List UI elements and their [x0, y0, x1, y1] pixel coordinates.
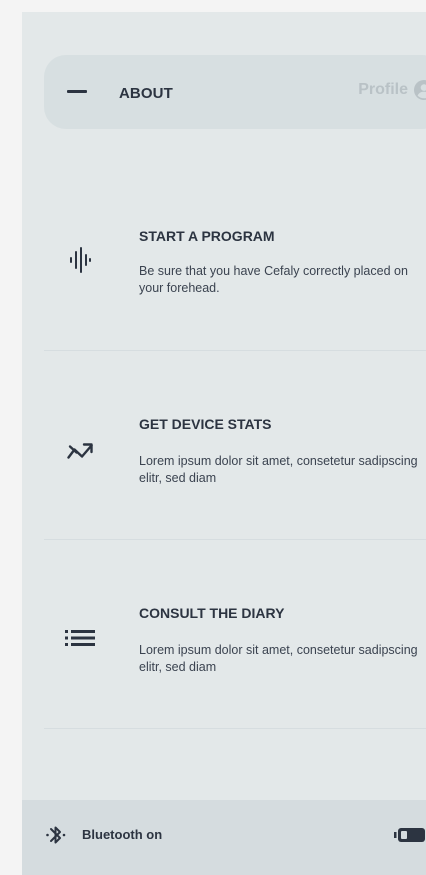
card-consult-diary[interactable]: CONSULT THE DIARY Lorem ipsum dolor sit … [44, 541, 426, 729]
profile-link[interactable]: Profile [358, 80, 426, 100]
card-description: Be sure that you have Cefaly correctly p… [139, 264, 408, 295]
card-description: Lorem ipsum dolor sit amet, consetetur s… [139, 643, 418, 674]
card-title: START A PROGRAM [139, 228, 275, 244]
card-description: Lorem ipsum dolor sit amet, consetetur s… [139, 454, 418, 485]
divider [44, 539, 426, 540]
bluetooth-icon[interactable] [44, 824, 68, 846]
trend-icon [65, 438, 95, 464]
profile-label: Profile [358, 81, 408, 98]
card-device-stats[interactable]: GET DEVICE STATS Lorem ipsum dolor sit a… [44, 352, 426, 540]
card-start-program[interactable]: START A PROGRAM Be sure that you have Ce… [44, 164, 426, 352]
collapse-menu-icon[interactable] [67, 90, 87, 93]
user-icon [414, 80, 426, 100]
page-title: ABOUT [119, 85, 173, 102]
app-panel: ABOUT Profile START A PROGRAM Be sure th… [22, 12, 426, 875]
list-icon [65, 625, 95, 651]
waveform-icon [65, 247, 95, 273]
divider [44, 350, 426, 351]
card-title: CONSULT THE DIARY [139, 605, 285, 621]
header-bar: ABOUT Profile [44, 55, 426, 129]
divider [44, 728, 426, 729]
bluetooth-status: Bluetooth on [82, 827, 163, 842]
status-footer: Bluetooth on [22, 800, 426, 875]
card-title: GET DEVICE STATS [139, 416, 272, 432]
battery-icon [394, 828, 425, 842]
